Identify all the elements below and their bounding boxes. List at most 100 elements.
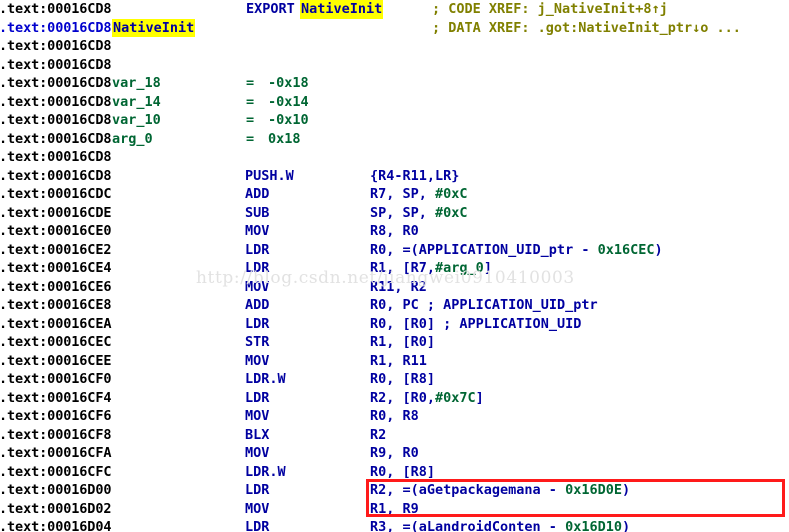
exported-symbol-name[interactable]: NativeInit [300, 0, 384, 19]
instruction-mnemonic: SUB [245, 204, 270, 221]
row-address: .text:00016CD8 [0, 56, 112, 73]
instruction-mnemonic: MOV [245, 408, 270, 424]
cross-reference-comment: ; DATA XREF: .got:NativeInit_ptr↓o ... [432, 19, 741, 36]
instruction-operands[interactable]: R7, SP, #0xC [370, 185, 468, 204]
stack-variable-offset: -0x14 [268, 93, 309, 110]
disassembly-listing[interactable]: .text:00016CD8 EXPORT NativeInit ; CODE XRE… [0, 0, 789, 532]
disassembly-row[interactable]: .text:00016CD8 var_10 = -0x10 [0, 111, 789, 130]
instruction-mnemonic: MOV [245, 352, 270, 369]
instruction-mnemonic: LDR.W [245, 463, 286, 480]
disassembly-row[interactable]: .text:00016CD8 var_18 = -0x18 [0, 74, 789, 93]
instruction-mnemonic: ADD [245, 186, 270, 202]
row-address: .text:00016CF6 [0, 408, 112, 424]
disassembly-row[interactable]: .text:00016CF0 LDR.W R0, [R8] [0, 370, 789, 389]
instruction-mnemonic: LDR [245, 482, 270, 498]
disassembly-row[interactable]: .text:00016CD8 arg_0 = 0x18 [0, 130, 789, 149]
equals-sign: = [246, 130, 255, 147]
row-address: .text:00016CDE [0, 204, 112, 221]
equals-sign: = [246, 93, 255, 110]
disassembly-row[interactable]: .text:00016CE4 LDR R1, [R7,#arg_0] [0, 259, 789, 278]
disassembly-row[interactable]: .text:00016CF6 MOV R0, R8 [0, 407, 789, 426]
instruction-operands[interactable]: R2, =(aGetpackagemana - 0x16D0E) [370, 481, 630, 500]
disassembly-row[interactable]: .text:00016CFC LDR.W R0, [R8] [0, 463, 789, 482]
disassembly-row[interactable]: .text:00016D04 LDR R3, =(aLandroidConten -… [0, 518, 789, 532]
disassembly-row[interactable]: .text:00016CEA LDR R0, [R0] ; APPLICATION_… [0, 315, 789, 334]
stack-variable-name[interactable]: var_10 [112, 111, 161, 130]
instruction-operands[interactable]: R1, R11 [370, 352, 427, 371]
instruction-operands[interactable]: R0, =(APPLICATION_UID_ptr - 0x16CEC) [370, 241, 663, 260]
instruction-mnemonic: ADD [245, 297, 270, 313]
row-address: .text:00016CD8 [0, 149, 112, 165]
stack-variable-offset: 0x18 [268, 130, 301, 147]
instruction-operands[interactable]: R3, =(aLandroidConten - 0x16D10) [370, 518, 630, 532]
stack-variable-offset: -0x10 [268, 112, 309, 128]
instruction-operands[interactable]: SP, SP, #0xC [370, 204, 468, 223]
disassembly-row[interactable]: .text:00016CD8 NativeInit ; DATA XREF: .go… [0, 18, 789, 37]
instruction-operands[interactable]: R9, R0 [370, 444, 419, 463]
stack-variable-offset: -0x18 [268, 75, 309, 91]
stack-variable-name[interactable]: var_14 [112, 93, 161, 112]
instruction-operands[interactable]: R1, [R0] [370, 333, 435, 352]
row-address: .text:00016CDC [0, 186, 112, 202]
instruction-operands[interactable]: R1, R9 [370, 500, 419, 519]
row-address: .text:00016CFA [0, 445, 112, 461]
row-address: .text:00016CF8 [0, 426, 112, 443]
row-address: .text:00016D02 [0, 500, 112, 517]
disassembly-row[interactable]: .text:00016CD8 PUSH.W {R4-R11,LR} [0, 167, 789, 186]
instruction-operands[interactable]: R0, [R8] [370, 463, 435, 482]
row-address: .text:00016CE0 [0, 223, 112, 239]
disassembly-row[interactable]: .text:00016CF8 BLX R2 [0, 426, 789, 445]
instruction-mnemonic: LDR [245, 519, 270, 532]
disassembly-row[interactable]: .text:00016D02 MOV R1, R9 [0, 500, 789, 519]
instruction-operands[interactable]: R0, PC ; APPLICATION_UID_ptr [370, 296, 598, 315]
cross-reference-comment: ; CODE XREF: j_NativeInit+8↑j [432, 1, 668, 17]
disassembly-row[interactable]: .text:00016CDE SUB SP, SP, #0xC [0, 204, 789, 223]
equals-sign: = [246, 75, 255, 91]
row-address: .text:00016CFC [0, 463, 112, 480]
instruction-operands[interactable]: R1, [R7,#arg_0] [370, 259, 492, 278]
disassembly-row[interactable]: .text:00016CD8 var_14 = -0x14 [0, 93, 789, 112]
instruction-operands[interactable]: R2 [370, 426, 386, 445]
export-keyword: EXPORT [246, 1, 295, 17]
instruction-mnemonic: LDR.W [245, 371, 286, 387]
disassembly-row[interactable]: .text:00016CFA MOV R9, R0 [0, 444, 789, 463]
disassembly-row[interactable]: .text:00016D00 LDR R2, =(aGetpackagemana -… [0, 481, 789, 500]
row-address: .text:00016CD8 [0, 93, 112, 110]
stack-variable-name[interactable]: var_18 [112, 74, 161, 93]
row-address: .text:00016CD8 [0, 1, 112, 17]
disassembly-row[interactable]: .text:00016CEE MOV R1, R11 [0, 352, 789, 371]
instruction-mnemonic: LDR [245, 241, 270, 258]
instruction-operands[interactable]: R0, R8 [370, 407, 419, 426]
instruction-operands[interactable]: R0, [R8] [370, 370, 435, 389]
ida-disassembly-window: http://blog.csdn.net/jiangwei0910410003 … [0, 0, 789, 532]
row-address: .text:00016D00 [0, 482, 112, 498]
disassembly-row[interactable]: .text:00016CE0 MOV R8, R0 [0, 222, 789, 241]
disassembly-row[interactable]: .text:00016CD8 [0, 148, 789, 167]
disassembly-row[interactable]: .text:00016CF4 LDR R2, [R0,#0x7C] [0, 389, 789, 408]
disassembly-row[interactable]: .text:00016CE2 LDR R0, =(APPLICATION_UID_p… [0, 241, 789, 260]
row-address: .text:00016D04 [0, 519, 112, 532]
function-label[interactable]: NativeInit [112, 18, 196, 37]
disassembly-row[interactable]: .text:00016CE8 ADD R0, PC ; APPLICATION_UI… [0, 296, 789, 315]
disassembly-row[interactable]: .text:00016CD8 EXPORT NativeInit ; CODE XRE… [0, 0, 789, 19]
instruction-mnemonic: STR [245, 334, 270, 350]
instruction-operands[interactable]: R11, R2 [370, 278, 427, 297]
row-address: .text:00016CEA [0, 315, 112, 332]
instruction-operands[interactable]: {R4-R11,LR} [370, 167, 459, 186]
disassembly-row[interactable]: .text:00016CD8 [0, 56, 789, 75]
equals-sign: = [246, 112, 255, 128]
row-address: .text:00016CEE [0, 352, 112, 369]
row-address: .text:00016CD8 [0, 19, 112, 36]
disassembly-row[interactable]: .text:00016CDC ADD R7, SP, #0xC [0, 185, 789, 204]
row-address: .text:00016CE4 [0, 260, 112, 276]
instruction-operands[interactable]: R0, [R0] ; APPLICATION_UID [370, 315, 581, 334]
disassembly-row[interactable]: .text:00016CEC STR R1, [R0] [0, 333, 789, 352]
disassembly-row[interactable]: .text:00016CE6 MOV R11, R2 [0, 278, 789, 297]
disassembly-row[interactable]: .text:00016CD8 [0, 37, 789, 56]
instruction-operands[interactable]: R8, R0 [370, 222, 419, 241]
instruction-operands[interactable]: R2, [R0,#0x7C] [370, 389, 484, 408]
instruction-mnemonic: MOV [245, 223, 270, 239]
stack-variable-name[interactable]: arg_0 [112, 130, 153, 149]
row-address: .text:00016CE2 [0, 241, 112, 258]
instruction-mnemonic: PUSH.W [245, 167, 294, 184]
